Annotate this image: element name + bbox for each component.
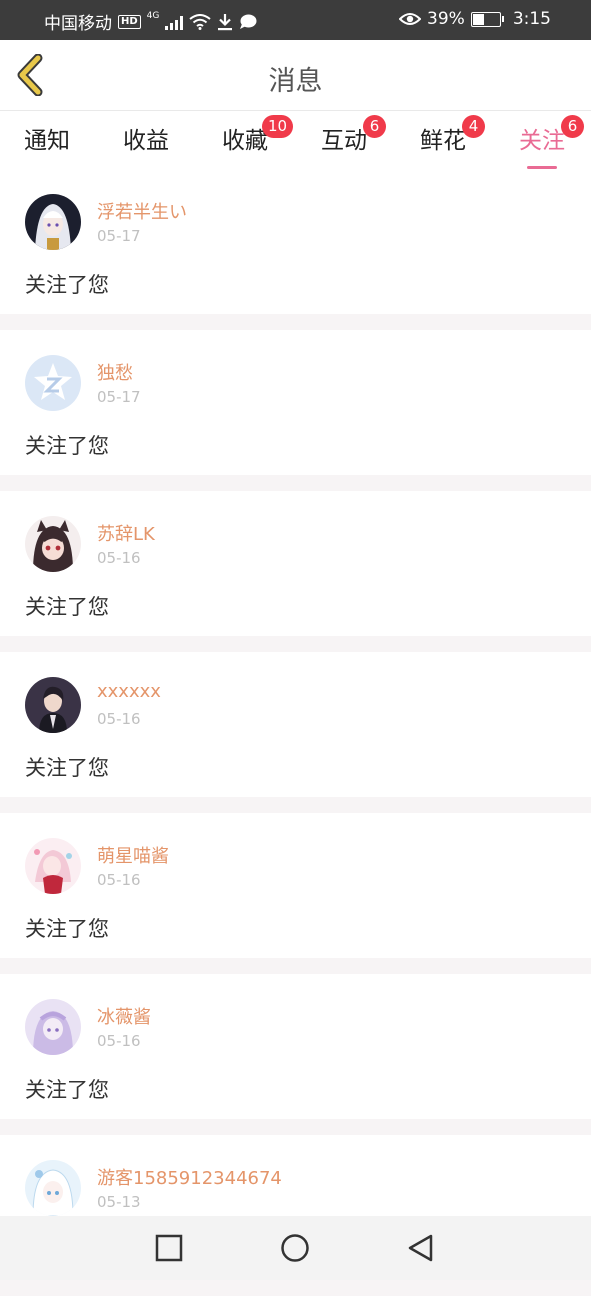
message-text: 关注了您 [25, 595, 109, 619]
signal-icon [165, 14, 184, 30]
flowers-count-badge: 4 [462, 115, 485, 138]
list-item[interactable]: 萌星喵酱 05-16 关注了您 [0, 813, 591, 958]
tab-notice[interactable]: 通知 [24, 121, 70, 169]
tab-label: 鲜花 [420, 128, 466, 154]
battery-icon [470, 11, 504, 27]
username[interactable]: 苏辞LK [97, 520, 155, 546]
tab-label: 收益 [123, 128, 169, 154]
list-item[interactable]: 独愁 05-17 关注了您 [0, 330, 591, 475]
tab-favorites[interactable]: 收藏 10 [222, 115, 294, 169]
username[interactable]: 冰薇酱 [97, 1003, 151, 1029]
battery-percent: 39% [427, 9, 465, 29]
list-item[interactable]: xxxxxx 05-16 关注了您 [0, 652, 591, 797]
timestamp: 05-16 [97, 710, 141, 728]
tab-label: 收藏 [222, 128, 268, 154]
tab-flowers[interactable]: 鲜花 4 [420, 115, 485, 169]
tab-interaction[interactable]: 互动 6 [321, 115, 386, 169]
timestamp: 05-17 [97, 227, 141, 245]
back-nav-button[interactable] [405, 1232, 437, 1264]
tab-earnings[interactable]: 收益 [123, 121, 169, 169]
wifi-icon [189, 13, 211, 30]
home-button[interactable] [279, 1232, 311, 1264]
username[interactable]: 独愁 [97, 359, 133, 385]
carrier-label: 中国移动 [44, 14, 112, 34]
tab-label: 关注 [519, 128, 565, 154]
header: 消息 [0, 40, 591, 111]
username[interactable]: xxxxxx [97, 681, 161, 702]
message-text: 关注了您 [25, 917, 109, 941]
timestamp: 05-16 [97, 871, 141, 889]
recent-apps-button[interactable] [153, 1232, 185, 1264]
avatar[interactable] [25, 999, 81, 1055]
list-item[interactable]: 冰薇酱 05-16 关注了您 [0, 974, 591, 1119]
avatar[interactable] [25, 516, 81, 572]
list-item[interactable]: 浮若半生い 05-17 关注了您 [0, 169, 591, 314]
avatar[interactable] [25, 355, 81, 411]
username[interactable]: 浮若半生い [97, 198, 187, 224]
follow-count-badge: 6 [561, 115, 584, 138]
eye-icon [399, 13, 422, 25]
status-bar: 中国移动 HD 4G 39% 3:15 [0, 0, 591, 40]
network-type: 4G [146, 10, 160, 21]
message-text: 关注了您 [25, 434, 109, 458]
tab-bar: 通知 收益 收藏 10 互动 6 鲜花 4 关注 6 [0, 111, 591, 169]
page-title: 消息 [268, 66, 323, 97]
avatar[interactable] [25, 1160, 81, 1216]
username[interactable]: 游客1585912344674 [97, 1164, 282, 1190]
favorites-count-badge: 10 [262, 115, 294, 138]
message-text: 关注了您 [25, 1078, 109, 1102]
clock: 3:15 [512, 9, 551, 29]
username[interactable]: 萌星喵酱 [97, 842, 169, 868]
tab-follow[interactable]: 关注 6 [519, 115, 584, 169]
status-left: 中国移动 HD 4G [44, 9, 257, 34]
chat-bubble-icon [240, 14, 257, 29]
download-icon [218, 13, 233, 30]
tab-label: 互动 [321, 128, 367, 154]
home-icon [281, 1234, 309, 1262]
avatar[interactable] [25, 677, 81, 733]
message-text: 关注了您 [25, 756, 109, 780]
recent-apps-icon [155, 1234, 183, 1262]
avatar[interactable] [25, 194, 81, 250]
message-list[interactable]: 浮若半生い 05-17 关注了您 独愁 05-17 关注了您 苏辞LK 05-1… [0, 169, 591, 1296]
timestamp: 05-16 [97, 1032, 141, 1050]
interaction-count-badge: 6 [363, 115, 386, 138]
back-icon [408, 1234, 433, 1262]
hd-icon: HD [118, 14, 141, 29]
list-item[interactable]: 苏辞LK 05-16 关注了您 [0, 491, 591, 636]
tab-label: 通知 [24, 128, 70, 154]
status-right: 39% 3:15 [399, 9, 551, 29]
timestamp: 05-17 [97, 388, 141, 406]
system-nav-bar [0, 1216, 591, 1280]
avatar[interactable] [25, 838, 81, 894]
timestamp: 05-13 [97, 1193, 141, 1211]
timestamp: 05-16 [97, 549, 141, 567]
message-text: 关注了您 [25, 273, 109, 297]
